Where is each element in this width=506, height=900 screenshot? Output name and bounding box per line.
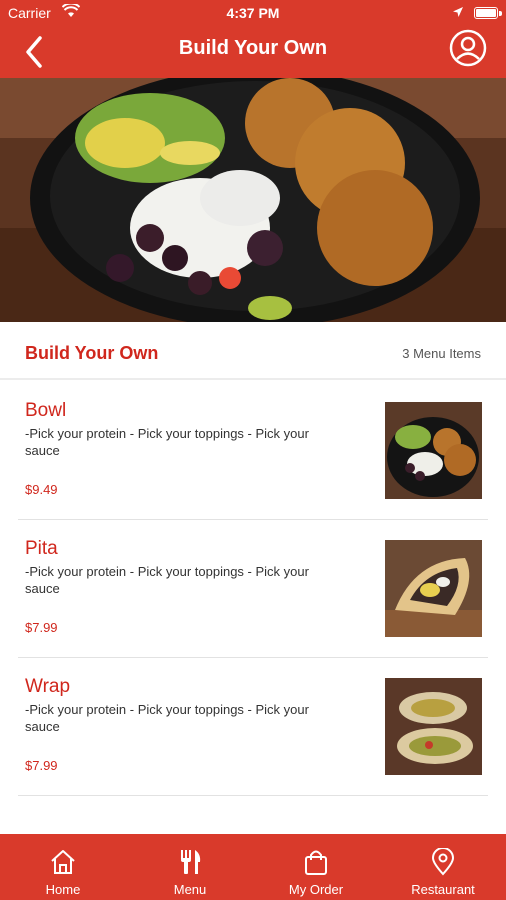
tab-label: Home — [45, 882, 81, 897]
menu-item-wrap[interactable]: Wrap -Pick your protein - Pick your topp… — [0, 658, 506, 796]
profile-button[interactable] — [448, 28, 488, 68]
clock-time: 4:37 PM — [226, 5, 280, 21]
map-pin-icon — [431, 848, 455, 876]
menu-item-thumbnail — [385, 678, 482, 775]
tab-bar: Home Menu My Order Restaurant — [0, 834, 506, 900]
location-arrow-icon — [452, 5, 464, 21]
home-icon — [51, 850, 75, 874]
tab-menu[interactable]: Menu — [127, 834, 253, 900]
nav-bar: Build Your Own — [0, 26, 506, 78]
user-circle-icon — [449, 29, 487, 67]
menu-item-name: Pita — [25, 538, 58, 559]
pita-photo — [385, 540, 482, 637]
wrap-photo — [385, 678, 482, 775]
menu-item-description: -Pick your protein - Pick your toppings … — [25, 702, 309, 734]
menu-item-price: $7.99 — [25, 620, 58, 635]
menu-item-bowl[interactable]: Bowl -Pick your protein - Pick your topp… — [0, 382, 506, 520]
fork-knife-icon — [181, 850, 201, 874]
page-title: Build Your Own — [178, 37, 328, 59]
section-header: Build Your Own 3 Menu Items — [0, 322, 506, 380]
menu-item-name: Bowl — [25, 400, 67, 421]
menu-item-price: $9.49 — [25, 482, 58, 497]
tab-label: Restaurant — [411, 882, 475, 897]
menu-item-thumbnail — [385, 402, 482, 499]
menu-item-description: -Pick your protein - Pick your toppings … — [25, 564, 309, 596]
menu-item-price: $7.99 — [25, 758, 58, 773]
battery-tip — [499, 11, 502, 16]
tab-my-order[interactable]: My Order — [253, 834, 379, 900]
battery-icon — [474, 7, 498, 19]
tab-label: My Order — [288, 882, 344, 897]
tab-home[interactable]: Home — [0, 834, 126, 900]
menu-item-thumbnail — [385, 540, 482, 637]
menu-item-count: 3 Menu Items — [402, 346, 481, 361]
section-title: Build Your Own — [25, 343, 159, 363]
menu-item-pita[interactable]: Pita -Pick your protein - Pick your topp… — [0, 520, 506, 658]
tab-restaurant[interactable]: Restaurant — [380, 834, 506, 900]
menu-item-description: -Pick your protein - Pick your toppings … — [25, 426, 309, 458]
hero-image — [0, 78, 506, 322]
tab-label: Menu — [173, 882, 207, 897]
menu-item-name: Wrap — [25, 676, 71, 697]
falafel-bowl-photo — [0, 78, 506, 322]
item-divider — [18, 795, 488, 796]
status-bar: Carrier 4:37 PM — [0, 0, 506, 26]
shopping-bag-icon — [305, 850, 327, 875]
bowl-photo — [385, 402, 482, 499]
